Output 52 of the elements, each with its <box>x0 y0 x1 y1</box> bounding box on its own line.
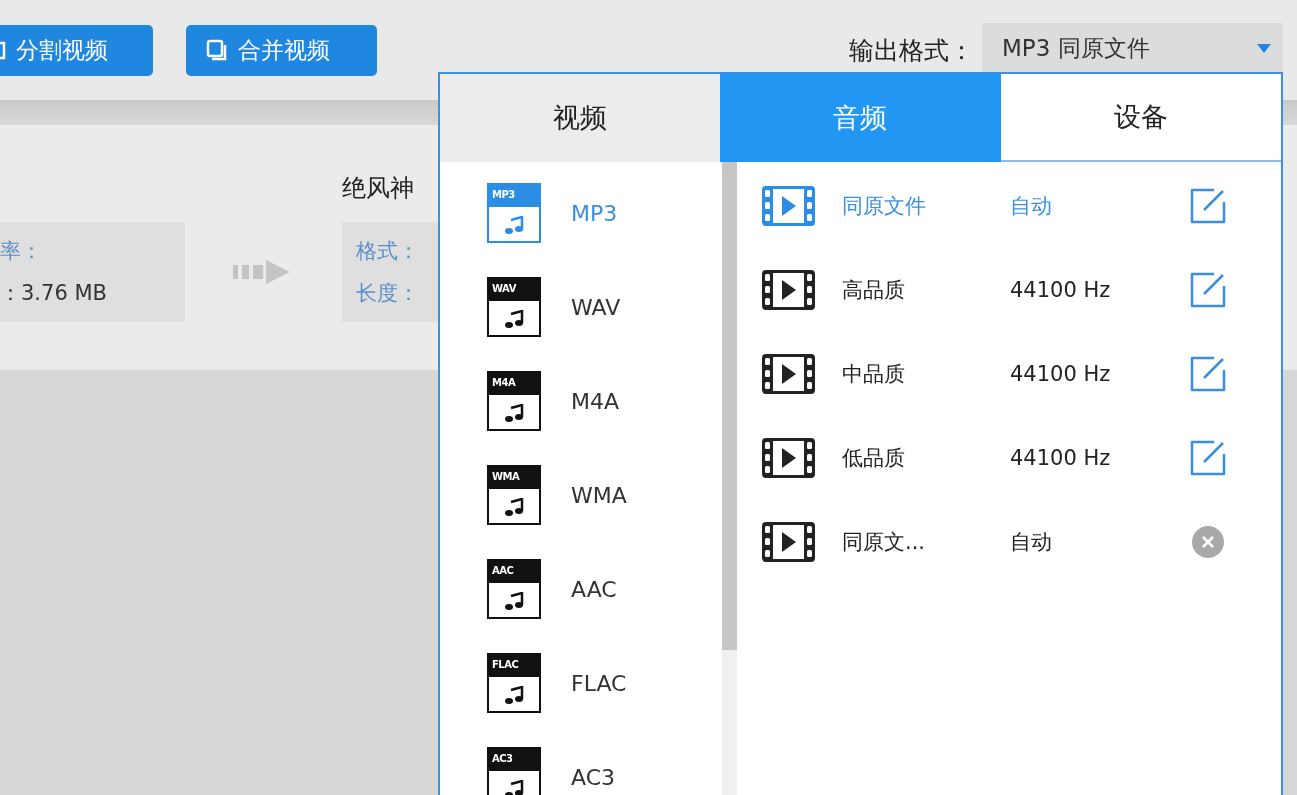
music-note-icon <box>504 216 524 235</box>
format-name[interactable]: WMA <box>571 482 627 508</box>
split-video-button[interactable]: 分割视频 <box>0 24 153 76</box>
sample-rate: 44100 Hz <box>1010 446 1112 470</box>
film-icon <box>762 270 815 310</box>
film-icon <box>762 354 815 394</box>
scrollbar[interactable] <box>722 162 737 795</box>
format-name[interactable]: WAV <box>571 294 621 320</box>
file-type-label: WMA <box>489 467 539 489</box>
format-name[interactable]: FLAC <box>571 670 627 696</box>
copy-icon <box>206 39 228 61</box>
sample-rate: 44100 Hz <box>1010 278 1112 302</box>
film-icon <box>762 186 815 226</box>
film-icon <box>762 438 815 478</box>
file-type-label: AC3 <box>489 749 539 771</box>
file-type-label: M4A <box>489 373 539 395</box>
file-type-label: WAV <box>489 279 539 301</box>
format-tab[interactable]: 视频 <box>440 74 721 162</box>
output-format-dropdown[interactable]: MP3 同原文件 <box>982 22 1283 74</box>
edit-icon[interactable] <box>1190 356 1226 392</box>
preset-name[interactable]: 中品质 <box>842 360 1010 388</box>
sample-rate: 44100 Hz <box>1010 362 1112 386</box>
file-type-label: FLAC <box>489 655 539 677</box>
output-format-label: 输出格式： <box>849 34 974 67</box>
duration-label: 长度： <box>356 280 420 307</box>
format-name[interactable]: AC3 <box>571 764 616 790</box>
file-size-text: ：3.76 MB <box>0 280 108 307</box>
preset-name[interactable]: 低品质 <box>842 444 1010 472</box>
arrow-icon <box>233 260 290 284</box>
info-label: 率： <box>0 238 43 265</box>
edit-icon[interactable] <box>1190 440 1226 476</box>
preset-name[interactable]: 同原文... <box>842 528 1010 556</box>
file-type-label: AAC <box>489 561 539 583</box>
file-type-label: MP3 <box>489 185 539 207</box>
music-note-icon <box>504 498 524 517</box>
music-note-icon <box>504 686 524 705</box>
remove-icon[interactable] <box>1192 526 1224 558</box>
format-name[interactable]: M4A <box>571 388 620 414</box>
film-icon <box>762 522 815 562</box>
edit-icon[interactable] <box>1190 272 1226 308</box>
dropdown-arrow-icon <box>1257 43 1271 53</box>
music-note-icon <box>504 592 524 611</box>
sample-rate: 自动 <box>1010 529 1053 556</box>
preset-name[interactable]: 高品质 <box>842 276 1010 304</box>
music-note-icon <box>504 310 524 329</box>
format-label: 格式： <box>356 238 420 265</box>
format-name[interactable]: AAC <box>571 576 617 602</box>
sample-rate: 自动 <box>1010 193 1053 220</box>
music-note-icon <box>504 404 524 423</box>
edit-icon[interactable] <box>1190 188 1226 224</box>
merge-video-button[interactable]: 合并视频 <box>186 24 377 76</box>
file-title: 绝风神 <box>342 174 414 202</box>
